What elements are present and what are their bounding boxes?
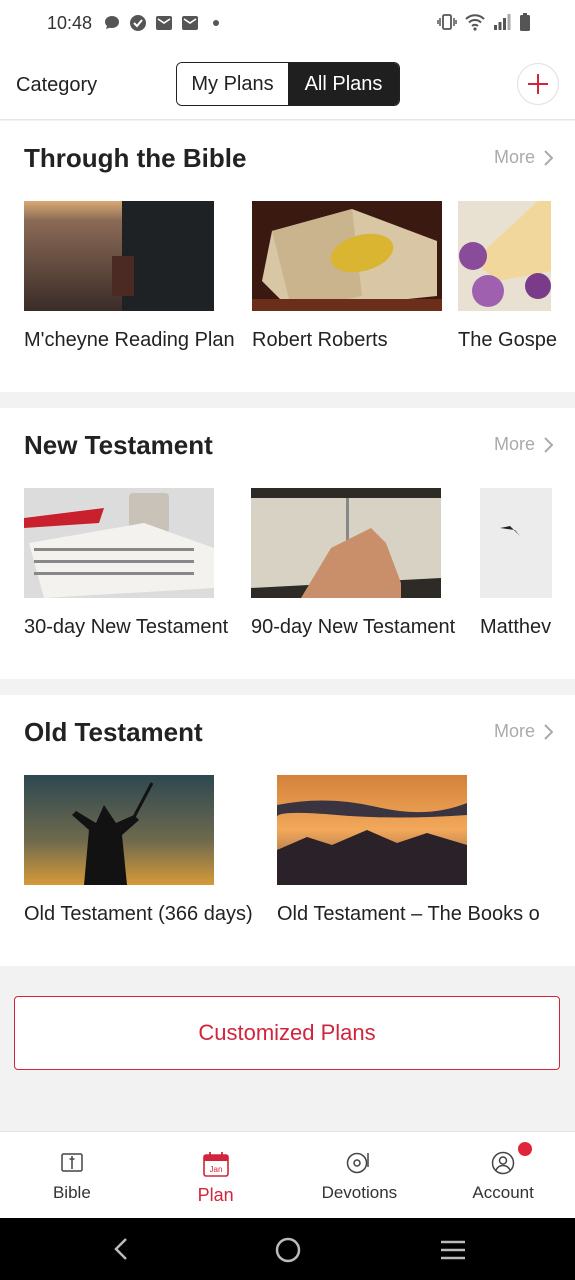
nav-item-bible[interactable]: Bible: [0, 1132, 144, 1218]
plan-thumbnail: [277, 775, 467, 885]
plan-label: Old Testament (366 days): [24, 903, 253, 925]
more-link[interactable]: More: [494, 721, 553, 742]
status-bar: 10:48: [0, 0, 575, 48]
vibrate-icon: [437, 14, 457, 30]
more-label: More: [493, 147, 535, 167]
notification-badge: [518, 1142, 532, 1156]
section-old-testament: Old Testament More Old Testament (366 da…: [0, 695, 575, 966]
section-title: New Testament: [24, 430, 213, 460]
nav-label: Account: [472, 1183, 534, 1202]
book-icon: [61, 1153, 83, 1172]
calendar-month-text: Jan: [209, 1165, 222, 1174]
mail-icon-2: [182, 16, 198, 30]
plans-segmented-control: My Plans All Plans: [176, 62, 400, 106]
plan-card[interactable]: Old Testament – The Books o: [277, 775, 540, 925]
menu-icon[interactable]: [439, 1239, 467, 1261]
calendar-icon: Jan: [202, 1152, 229, 1177]
more-label: More: [493, 721, 535, 741]
plan-label: Robert Roberts: [252, 329, 388, 351]
wifi-icon: [465, 14, 485, 31]
section-title: Old Testament: [24, 717, 203, 747]
battery-icon: [520, 13, 530, 31]
nav-item-devotions[interactable]: Devotions: [288, 1132, 432, 1218]
bottom-nav: Bible Jan Plan Devotions Account: [0, 1131, 575, 1218]
tab-my-plans[interactable]: My Plans: [177, 63, 288, 105]
plus-icon: [528, 74, 548, 94]
add-plan-button[interactable]: [517, 63, 559, 105]
more-link[interactable]: More: [494, 147, 553, 168]
nav-item-plan[interactable]: Jan Plan: [144, 1132, 288, 1218]
chevron-right-icon: [544, 723, 553, 740]
dot-icon: [213, 20, 219, 26]
plan-card[interactable]: Robert Roberts: [252, 201, 442, 351]
top-bar: Category My Plans All Plans: [0, 48, 575, 120]
nav-item-account[interactable]: Account: [431, 1132, 575, 1218]
more-label: More: [493, 434, 535, 454]
plan-label: The Gospe: [458, 329, 557, 351]
nav-label: Plan: [197, 1185, 234, 1205]
check-circle-icon: [130, 15, 146, 31]
more-link[interactable]: More: [494, 434, 553, 455]
plan-card[interactable]: Matthev: [480, 488, 552, 638]
chevron-right-icon: [544, 149, 553, 166]
signal-icon: [494, 14, 511, 30]
section-title: Through the Bible: [24, 143, 247, 173]
home-icon[interactable]: [274, 1236, 302, 1264]
back-icon[interactable]: [110, 1237, 132, 1261]
category-button[interactable]: Category: [16, 74, 97, 97]
plan-thumbnail: [252, 201, 442, 311]
tab-all-plans[interactable]: All Plans: [288, 63, 399, 105]
plan-label: Matthev: [480, 616, 552, 638]
plan-label: M'cheyne Reading Plan: [24, 329, 235, 351]
nav-label: Devotions: [321, 1183, 398, 1202]
status-time: 10:48: [47, 13, 93, 33]
system-nav-bar: [0, 1218, 575, 1280]
plan-card[interactable]: The Gospe: [458, 201, 557, 351]
plan-label: Old Testament – The Books o: [277, 903, 540, 925]
section-new-testament: New Testament More 30-day New Testament …: [0, 408, 575, 679]
chat-icon: [105, 16, 119, 29]
mail-icon: [156, 16, 172, 30]
nav-label: Bible: [52, 1183, 91, 1202]
plan-thumbnail: [480, 488, 552, 598]
section-through-the-bible: Through the Bible More M'cheyne Reading …: [0, 121, 575, 392]
customized-plans-button[interactable]: Customized Plans: [14, 996, 560, 1070]
plan-thumbnail: [24, 775, 214, 885]
plan-card[interactable]: 30-day New Testament: [24, 488, 228, 638]
plan-card[interactable]: 90-day New Testament: [251, 488, 455, 638]
plan-card[interactable]: M'cheyne Reading Plan: [24, 201, 235, 351]
plan-thumbnail: [251, 488, 441, 598]
plan-label: 90-day New Testament: [251, 616, 456, 638]
plan-thumbnail: [24, 201, 214, 311]
plan-card[interactable]: Old Testament (366 days): [24, 775, 253, 925]
user-icon: [491, 1151, 515, 1175]
chevron-right-icon: [544, 436, 553, 453]
plan-label: 30-day New Testament: [24, 616, 229, 638]
plan-thumbnail: [24, 488, 214, 598]
record-icon: [347, 1152, 370, 1174]
plan-thumbnail: [458, 201, 551, 311]
